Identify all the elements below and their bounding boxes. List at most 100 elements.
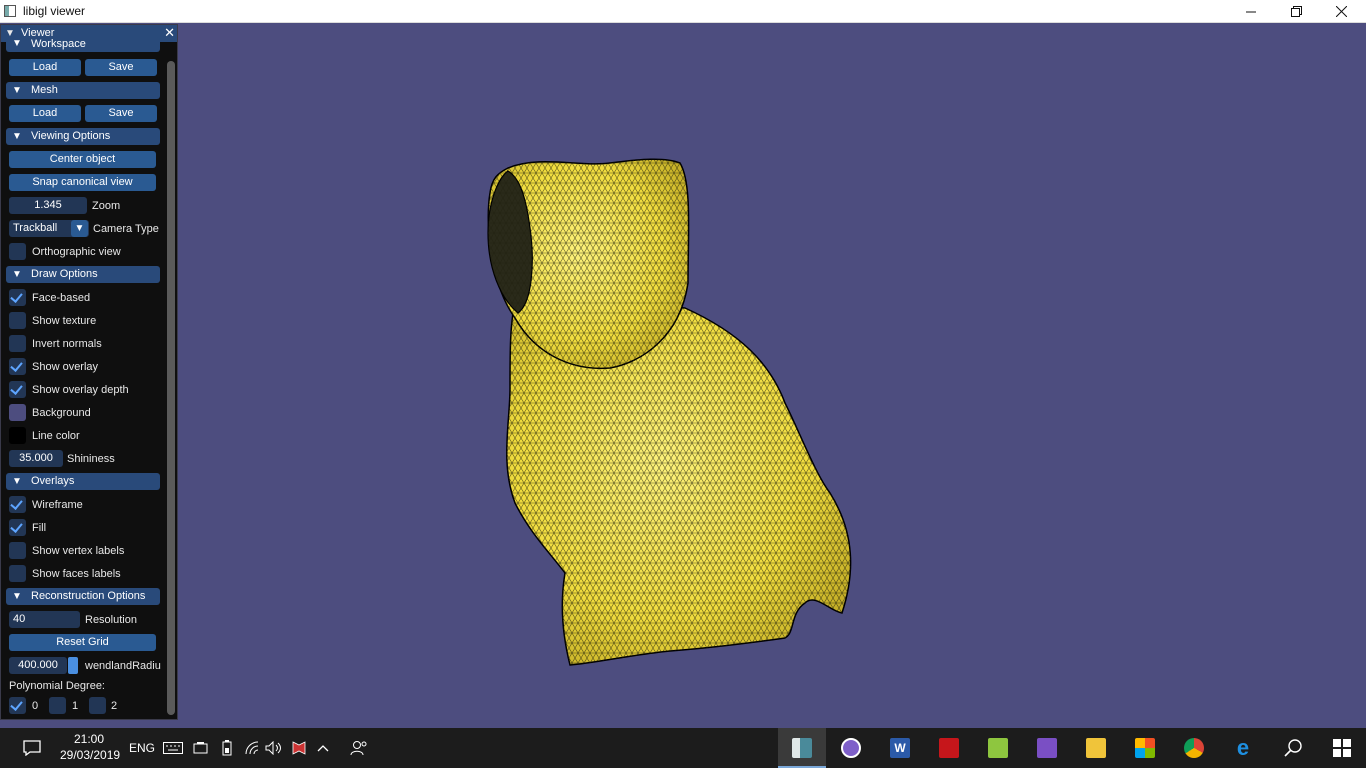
file-explorer-icon (1086, 738, 1106, 758)
triangle-down-icon: ▼ (12, 85, 22, 96)
word-icon: W (890, 738, 910, 758)
volume-icon[interactable] (264, 728, 284, 768)
header-reconstruction-label: Reconstruction Options (31, 590, 146, 602)
show-texture-checkbox[interactable] (9, 312, 26, 329)
panel-scrollbar[interactable] (167, 61, 175, 715)
taskbar-start[interactable] (1318, 728, 1366, 768)
degree-0-label: 0 (32, 700, 39, 712)
show-overlay-checkbox[interactable] (9, 358, 26, 375)
vertex-labels-checkbox[interactable] (9, 542, 26, 559)
chevron-down-icon[interactable]: ▼ (71, 220, 88, 237)
restore-button[interactable] (1273, 0, 1319, 23)
taskbar: 21:00 29/03/2019 ENG W e (0, 728, 1366, 768)
show-overlay-label: Show overlay (32, 361, 99, 373)
visual-studio-icon (1037, 738, 1057, 758)
taskbar-word[interactable]: W (876, 728, 924, 768)
action-center-button[interactable] (14, 728, 50, 768)
header-draw-options[interactable]: ▼ Draw Options (6, 266, 160, 283)
window-title: libigl viewer (23, 4, 86, 18)
taskbar-store[interactable] (1121, 728, 1169, 768)
triangle-down-icon: ▼ (12, 269, 22, 280)
workspace-load-button[interactable]: Load (9, 59, 81, 76)
title-bar: libigl viewer (0, 0, 1366, 23)
close-button[interactable] (1318, 0, 1364, 23)
clock-date: 29/03/2019 (60, 748, 121, 762)
taskbar-visual-studio[interactable] (1023, 728, 1071, 768)
edge-icon: e (1236, 735, 1250, 760)
minimize-button[interactable] (1228, 0, 1274, 23)
mesh-save-button[interactable]: Save (85, 105, 157, 122)
wifi-icon[interactable] (242, 728, 262, 768)
zoom-input[interactable]: 1.345 (9, 197, 87, 214)
degree-1-checkbox[interactable] (49, 697, 66, 714)
language-indicator[interactable]: ENG (128, 728, 156, 768)
header-workspace[interactable]: ▼ Workspace (6, 37, 160, 52)
taskbar-libigl-viewer[interactable] (778, 728, 826, 768)
wendland-slider-grab[interactable] (68, 657, 78, 674)
line-color-swatch[interactable] (9, 427, 26, 444)
faces-labels-label: Show faces labels (32, 568, 121, 580)
invert-normals-label: Invert normals (32, 338, 102, 350)
line-color-label: Line color (32, 430, 80, 442)
degree-2-checkbox[interactable] (89, 697, 106, 714)
battery-icon[interactable] (218, 728, 236, 768)
clock[interactable]: 21:00 29/03/2019 (60, 732, 121, 762)
shininess-label: Shininess (67, 453, 115, 465)
chrome-icon (1184, 738, 1204, 758)
taskbar-notepad[interactable] (974, 728, 1022, 768)
people-icon[interactable] (348, 728, 370, 768)
degree-0-checkbox[interactable] (9, 697, 26, 714)
header-mesh-label: Mesh (31, 84, 58, 96)
close-icon (1335, 6, 1347, 17)
wendland-radius-input[interactable]: 400.000 (9, 657, 67, 674)
taskbar-chrome[interactable] (1170, 728, 1218, 768)
shininess-input[interactable]: 35.000 (9, 450, 63, 467)
fill-label: Fill (32, 522, 47, 534)
triangle-down-icon: ▼ (12, 38, 22, 49)
snap-canonical-view-button[interactable]: Snap canonical view (9, 174, 156, 191)
orthographic-checkbox[interactable] (9, 243, 26, 260)
header-draw-label: Draw Options (31, 268, 98, 280)
center-object-button[interactable]: Center object (9, 151, 156, 168)
store-icon (1135, 738, 1155, 758)
mesh-load-button[interactable]: Load (9, 105, 81, 122)
resolution-input[interactable]: 40 (9, 611, 80, 628)
background-color-swatch[interactable] (9, 404, 26, 421)
face-based-checkbox[interactable] (9, 289, 26, 306)
workspace-save-button[interactable]: Save (85, 59, 157, 76)
taskbar-edge[interactable]: e (1219, 728, 1267, 768)
header-mesh[interactable]: ▼ Mesh (6, 82, 160, 99)
header-viewing-options[interactable]: ▼ Viewing Options (6, 128, 160, 145)
taskbar-search[interactable] (1270, 728, 1318, 768)
show-texture-label: Show texture (32, 315, 97, 327)
chevron-up-icon[interactable] (314, 728, 332, 768)
taskbar-discord[interactable] (827, 728, 875, 768)
invert-normals-checkbox[interactable] (9, 335, 26, 352)
acrobat-icon (939, 738, 959, 758)
wireframe-label: Wireframe (32, 499, 83, 511)
discord-icon (841, 738, 861, 758)
keyboard-icon[interactable] (162, 728, 184, 768)
scrollbar-thumb[interactable] (167, 61, 175, 715)
fill-checkbox[interactable] (9, 519, 26, 536)
restore-icon (1290, 6, 1302, 17)
header-workspace-label: Workspace (31, 38, 86, 50)
vertex-labels-label: Show vertex labels (32, 545, 125, 557)
mesh-render (487, 158, 852, 666)
wireframe-checkbox[interactable] (9, 496, 26, 513)
viewport-canvas[interactable] (0, 23, 1366, 728)
minimize-icon (1246, 11, 1256, 12)
device-icon[interactable] (192, 728, 212, 768)
degree-2-label: 2 (111, 700, 118, 712)
wendland-radius-label: wendlandRadiu (85, 660, 161, 672)
taskbar-file-explorer[interactable] (1072, 728, 1120, 768)
header-overlays[interactable]: ▼ Overlays (6, 473, 160, 490)
panel-close-icon[interactable]: ✕ (164, 25, 175, 41)
reset-grid-button[interactable]: Reset Grid (9, 634, 156, 651)
polynomial-degree-label: Polynomial Degree: (9, 680, 105, 692)
faces-labels-checkbox[interactable] (9, 565, 26, 582)
header-reconstruction-options[interactable]: ▼ Reconstruction Options (6, 588, 160, 605)
antivirus-icon[interactable] (289, 728, 309, 768)
show-overlay-depth-checkbox[interactable] (9, 381, 26, 398)
taskbar-acrobat[interactable] (925, 728, 973, 768)
